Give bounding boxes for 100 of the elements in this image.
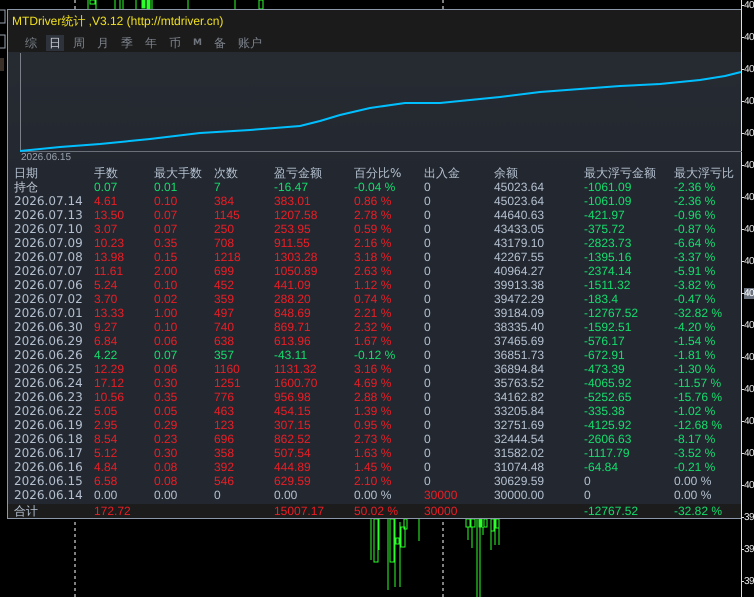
table-cell: 0 bbox=[214, 488, 221, 502]
table-cell: 40964.27 bbox=[494, 264, 544, 278]
table-cell: 0 bbox=[424, 432, 431, 446]
table-cell: 0.08 bbox=[154, 474, 178, 488]
table-cell: -2606.63 bbox=[584, 432, 632, 446]
table-cell: 0 bbox=[424, 446, 431, 460]
tab[interactable]: 周 bbox=[70, 35, 88, 51]
table-cell: 0.95 % bbox=[354, 418, 392, 432]
price-label: 40 bbox=[744, 192, 754, 203]
tab[interactable]: 季 bbox=[118, 35, 136, 51]
table-cell: 1207.58 bbox=[274, 208, 318, 222]
table-cell: 0 bbox=[424, 460, 431, 474]
table-cell: 45023.64 bbox=[494, 194, 544, 208]
table-cell: 3.70 bbox=[94, 292, 118, 306]
table-cell: -64.84 bbox=[584, 460, 618, 474]
table-cell: 6.84 bbox=[94, 334, 118, 348]
table-cell: 2026.07.10 bbox=[14, 222, 83, 236]
table-cell: 39184.09 bbox=[494, 306, 544, 320]
table-cell: 30629.59 bbox=[494, 474, 544, 488]
tab[interactable]: 备 bbox=[210, 35, 229, 51]
table-cell: -8.17 % bbox=[674, 432, 716, 446]
table-cell: 12.29 bbox=[94, 362, 124, 376]
table-cell: 253.95 bbox=[274, 222, 311, 236]
table-cell: 2026.06.24 bbox=[14, 376, 83, 390]
table-cell: 10.56 bbox=[94, 390, 124, 404]
total-label: 合计 bbox=[14, 504, 38, 518]
table-cell: 34162.82 bbox=[494, 390, 544, 404]
table-cell: -11.57 % bbox=[674, 376, 722, 390]
table-cell: 629.59 bbox=[274, 474, 311, 488]
table-cell: 32444.54 bbox=[494, 432, 544, 446]
table-cell: 13.98 bbox=[94, 250, 124, 264]
table-cell: 2026.07.01 bbox=[14, 306, 83, 320]
table-cell: 2026.06.16 bbox=[14, 460, 83, 474]
price-label: 39 bbox=[744, 512, 754, 523]
table-cell: 0.23 bbox=[154, 432, 178, 446]
table-cell: 4.61 bbox=[94, 194, 118, 208]
tab[interactable]: 年 bbox=[142, 35, 160, 51]
table-cell: 613.96 bbox=[274, 334, 311, 348]
table-cell: 31582.02 bbox=[494, 446, 544, 460]
table-cell: -375.72 bbox=[584, 222, 625, 236]
table-cell: 0 bbox=[584, 474, 591, 488]
table-cell: -473.39 bbox=[584, 362, 625, 376]
table-cell: 452 bbox=[214, 278, 234, 292]
tab[interactable]: 月 bbox=[94, 35, 112, 51]
column-header: 日期 bbox=[14, 166, 38, 180]
table-cell: 5.24 bbox=[94, 278, 118, 292]
table-cell: 0 bbox=[424, 194, 431, 208]
table-cell: 358 bbox=[214, 446, 234, 460]
table-cell: 638 bbox=[214, 334, 234, 348]
table-cell: 0.00 bbox=[154, 488, 178, 502]
table-cell: 2026.06.23 bbox=[14, 390, 83, 404]
tab[interactable]: 日 bbox=[46, 35, 64, 51]
table-cell: -4065.92 bbox=[584, 376, 632, 390]
table-cell: 2.21 % bbox=[354, 306, 392, 320]
table-cell: 3.18 % bbox=[354, 250, 392, 264]
table-cell: 43179.10 bbox=[494, 236, 544, 250]
table-cell: 1131.32 bbox=[274, 362, 316, 376]
table-cell: 454.15 bbox=[274, 404, 311, 418]
table-cell: 35763.52 bbox=[494, 376, 544, 390]
table-cell: 5.05 bbox=[94, 404, 118, 418]
tab[interactable]: 综 bbox=[22, 35, 40, 51]
table-cell: 869.71 bbox=[274, 320, 311, 334]
price-label: 39 bbox=[744, 544, 754, 555]
table-cell: 0 bbox=[424, 320, 431, 334]
tab[interactable]: M bbox=[190, 35, 205, 51]
table-cell: 3.07 bbox=[94, 222, 118, 236]
table-cell: 0 bbox=[424, 334, 431, 348]
table-cell: 13.33 bbox=[94, 306, 124, 320]
table-cell: 0 bbox=[424, 278, 431, 292]
table-cell: 1600.70 bbox=[274, 376, 318, 390]
table-cell: 4.22 bbox=[94, 348, 118, 362]
table-cell: -2823.73 bbox=[584, 236, 632, 250]
table-cell: 2026.07.02 bbox=[14, 292, 83, 306]
table-cell: 30000 bbox=[424, 488, 458, 502]
table-cell: 39472.29 bbox=[494, 292, 544, 306]
table-cell: 31074.48 bbox=[494, 460, 544, 474]
table-cell: -5252.65 bbox=[584, 390, 632, 404]
tab[interactable]: 币 bbox=[166, 35, 184, 51]
table-cell: 44640.63 bbox=[494, 208, 544, 222]
table-cell: 444.89 bbox=[274, 460, 311, 474]
total-cell: 172.72 bbox=[94, 504, 131, 518]
table-cell: 0.07 bbox=[94, 180, 118, 194]
table-cell: 1.67 % bbox=[354, 334, 392, 348]
table-cell: 0.00 bbox=[94, 488, 118, 502]
table-cell: -2.36 % bbox=[674, 180, 716, 194]
table-cell: 2026.06.18 bbox=[14, 432, 83, 446]
price-label: 40 bbox=[744, 384, 754, 395]
table-cell: -183.4 bbox=[584, 292, 618, 306]
table-cell: 1303.28 bbox=[274, 250, 318, 264]
table-cell: 0.10 bbox=[154, 194, 178, 208]
table-cell: 37465.69 bbox=[494, 334, 544, 348]
price-label: 40 bbox=[744, 352, 754, 363]
table-cell: 1218 bbox=[214, 250, 241, 264]
tab[interactable]: 账户 bbox=[234, 35, 265, 51]
table-cell: 0 bbox=[424, 264, 431, 278]
table-cell: 0.07 bbox=[154, 222, 178, 236]
table-cell: -1395.16 bbox=[584, 250, 632, 264]
table-cell: 2026.06.30 bbox=[14, 320, 83, 334]
table-cell: 2.88 % bbox=[354, 390, 392, 404]
column-header: 盈亏金额 bbox=[274, 166, 322, 180]
